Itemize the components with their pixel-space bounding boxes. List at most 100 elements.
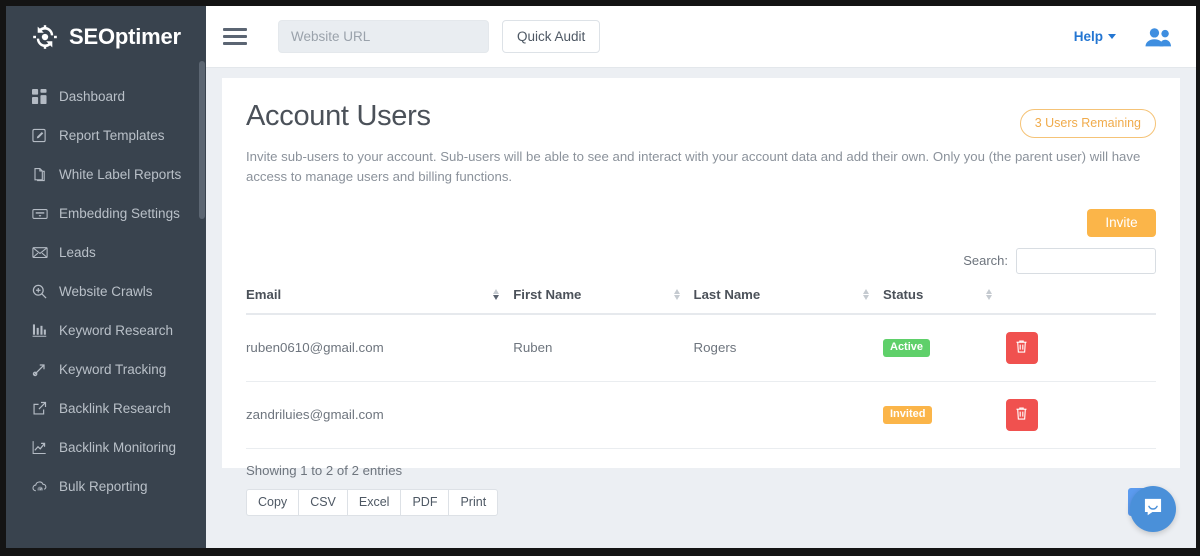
column-header-status[interactable]: Status <box>883 287 1006 314</box>
grid-icon <box>32 89 54 104</box>
people-icon[interactable] <box>1144 26 1172 48</box>
export-print-button[interactable]: Print <box>448 489 498 516</box>
export-button-group: Copy CSV Excel PDF Print <box>246 489 498 516</box>
page-title: Account Users <box>246 100 431 133</box>
bar-chart-icon <box>32 323 54 338</box>
sidebar-item-embedding-settings[interactable]: Embedding Settings <box>6 194 206 233</box>
table-row: zandriluies@gmail.com Invited <box>246 381 1156 448</box>
users-remaining-badge[interactable]: 3 Users Remaining <box>1020 109 1156 138</box>
cell-email: zandriluies@gmail.com <box>246 381 513 448</box>
column-label: First Name <box>513 287 581 302</box>
cell-status: Invited <box>883 381 1006 448</box>
sort-icon[interactable] <box>986 289 992 300</box>
search-plus-icon <box>32 284 54 299</box>
export-copy-button[interactable]: Copy <box>246 489 298 516</box>
cell-first-name <box>513 381 693 448</box>
chat-launcher-button[interactable] <box>1130 486 1176 532</box>
delete-user-button[interactable] <box>1006 399 1038 431</box>
table-header: Email First Name <box>246 287 1156 314</box>
sidebar-item-backlink-research[interactable]: Backlink Research <box>6 389 206 428</box>
sidebar-item-label: Website Crawls <box>59 284 153 299</box>
sidebar-item-label: Dashboard <box>59 89 125 104</box>
cell-first-name: Ruben <box>513 314 693 382</box>
external-link-icon <box>32 401 54 416</box>
sort-icon[interactable] <box>674 289 680 300</box>
column-label: Last Name <box>694 287 761 302</box>
sort-icon[interactable] <box>863 289 869 300</box>
cloud-gauge-icon <box>32 480 54 494</box>
help-dropdown[interactable]: Help <box>1074 29 1116 44</box>
sidebar-scrollbar[interactable] <box>198 6 206 548</box>
search-label: Search: <box>963 253 1008 268</box>
sidebar-item-label: Keyword Tracking <box>59 362 166 377</box>
sidebar-item-white-label-reports[interactable]: White Label Reports <box>6 155 206 194</box>
column-header-actions <box>1006 287 1156 314</box>
envelope-icon <box>32 246 54 259</box>
column-label: Status <box>883 287 923 302</box>
app-window: SEOptimer Dashboard <box>0 0 1200 556</box>
status-badge: Active <box>883 339 930 357</box>
column-header-first-name[interactable]: First Name <box>513 287 693 314</box>
invite-button[interactable]: Invite <box>1087 209 1156 237</box>
top-header: Quick Audit Help <box>206 6 1196 68</box>
trash-icon <box>1015 339 1028 357</box>
quick-audit-button[interactable]: Quick Audit <box>502 20 600 53</box>
search-row: Search: <box>246 248 1156 274</box>
sidebar-item-website-crawls[interactable]: Website Crawls <box>6 272 206 311</box>
account-users-card: Account Users 3 Users Remaining Invite s… <box>222 78 1180 468</box>
sidebar: SEOptimer Dashboard <box>6 6 206 548</box>
page-description: Invite sub-users to your account. Sub-us… <box>246 147 1151 188</box>
table-footer: Showing 1 to 2 of 2 entries Copy CSV Exc… <box>246 463 1156 516</box>
sort-icon[interactable] <box>493 289 499 300</box>
export-excel-button[interactable]: Excel <box>347 489 401 516</box>
header-actions: Help <box>1074 26 1196 48</box>
brand-name: SEOptimer <box>69 24 181 50</box>
cell-last-name: Rogers <box>694 314 883 382</box>
hamburger-icon[interactable] <box>223 27 247 47</box>
sidebar-item-dashboard[interactable]: Dashboard <box>6 77 206 116</box>
entries-info: Showing 1 to 2 of 2 entries <box>246 463 498 478</box>
sidebar-item-label: Leads <box>59 245 96 260</box>
export-csv-button[interactable]: CSV <box>298 489 347 516</box>
website-url-input[interactable] <box>278 20 489 53</box>
page-body: Account Users 3 Users Remaining Invite s… <box>206 68 1196 548</box>
sidebar-scrollbar-thumb[interactable] <box>199 61 205 219</box>
sidebar-item-keyword-tracking[interactable]: Keyword Tracking <box>6 350 206 389</box>
table-body: ruben0610@gmail.com Ruben Rogers Active <box>246 314 1156 449</box>
cell-status: Active <box>883 314 1006 382</box>
sidebar-item-report-templates[interactable]: Report Templates <box>6 116 206 155</box>
search-input[interactable] <box>1016 248 1156 274</box>
column-header-email[interactable]: Email <box>246 287 513 314</box>
sidebar-item-keyword-research[interactable]: Keyword Research <box>6 311 206 350</box>
edit-document-icon <box>32 128 54 143</box>
cell-last-name <box>694 381 883 448</box>
sidebar-item-label: Bulk Reporting <box>59 479 148 494</box>
window-chrome-right <box>1196 0 1200 556</box>
sidebar-item-label: Embedding Settings <box>59 206 180 221</box>
cell-actions <box>1006 314 1156 382</box>
chevron-down-icon <box>1108 34 1116 39</box>
status-badge: Invited <box>883 406 932 424</box>
delete-user-button[interactable] <box>1006 332 1038 364</box>
sidebar-item-backlink-monitoring[interactable]: Backlink Monitoring <box>6 428 206 467</box>
column-label: Email <box>246 287 281 302</box>
line-chart-icon <box>32 440 54 455</box>
cell-actions <box>1006 381 1156 448</box>
embed-box-icon <box>32 207 54 221</box>
trend-arrow-icon <box>32 362 54 377</box>
cell-email: ruben0610@gmail.com <box>246 314 513 382</box>
help-label: Help <box>1074 29 1103 44</box>
sidebar-nav: Dashboard Report Templates <box>6 68 206 506</box>
export-pdf-button[interactable]: PDF <box>400 489 448 516</box>
column-header-last-name[interactable]: Last Name <box>694 287 883 314</box>
sidebar-item-leads[interactable]: Leads <box>6 233 206 272</box>
brand-logo-link[interactable]: SEOptimer <box>6 6 206 68</box>
sidebar-item-label: Report Templates <box>59 128 165 143</box>
sidebar-item-bulk-reporting[interactable]: Bulk Reporting <box>6 467 206 506</box>
copy-pages-icon <box>32 167 54 182</box>
footer-left: Showing 1 to 2 of 2 entries Copy CSV Exc… <box>246 463 498 516</box>
sidebar-item-label: Backlink Research <box>59 401 171 416</box>
sidebar-item-label: White Label Reports <box>59 167 181 182</box>
table-header-row: Email First Name <box>246 287 1156 314</box>
window-chrome-bottom <box>0 548 1200 556</box>
